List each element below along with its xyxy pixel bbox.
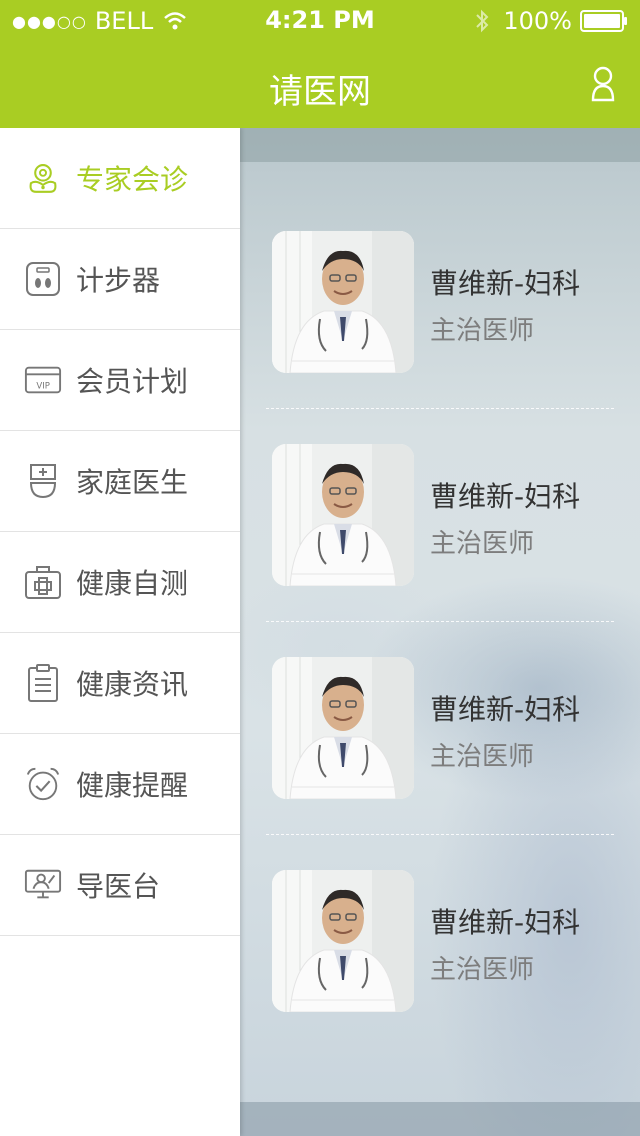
sidebar-item-label: 专家会诊 — [76, 163, 189, 196]
sidebar-item-label: 导医台 — [76, 870, 161, 903]
scene-bottom-strip — [240, 1102, 640, 1136]
sidebar-item-guide-desk[interactable]: 导医台 — [0, 835, 240, 936]
sidebar-item-membership[interactable]: VIP 会员计划 — [0, 330, 240, 431]
doctor-title: 主治医师 — [430, 955, 535, 985]
user-icon[interactable] — [588, 64, 618, 104]
sidebar-item-self-test[interactable]: 健康自测 — [0, 532, 240, 633]
sidebar-item-expert-consult[interactable]: 专家会诊 — [0, 128, 240, 229]
sidebar-item-reminder[interactable]: 健康提醒 — [0, 734, 240, 835]
battery-percent: 100% — [503, 7, 572, 35]
doctor-photo — [272, 870, 414, 1012]
pedometer-icon — [24, 260, 62, 298]
clipboard-icon — [24, 664, 62, 702]
doctor-name: 曹维新-妇科 — [430, 267, 581, 300]
doctor-name: 曹维新-妇科 — [430, 480, 581, 513]
page-title: 请医网 — [269, 72, 371, 112]
medical-kit-icon — [24, 563, 62, 601]
sidebar-item-family-doctor[interactable]: 家庭医生 — [0, 431, 240, 532]
bluetooth-icon — [476, 9, 489, 33]
expert-consult-icon — [24, 159, 62, 197]
sidebar-item-label: 健康提醒 — [76, 769, 189, 802]
doctor-name: 曹维新-妇科 — [430, 693, 581, 726]
doctor-name: 曹维新-妇科 — [430, 906, 581, 939]
sidebar-item-label: 健康自测 — [76, 567, 189, 600]
status-bar: ●●●○○ BELL 4:21 PM 100% — [0, 0, 640, 40]
sidebar-item-label: 健康资讯 — [76, 668, 189, 701]
svg-text:VIP: VIP — [36, 382, 50, 392]
vip-card-icon: VIP — [24, 361, 62, 399]
doctor-card[interactable]: 曹维新-妇科 主治医师 — [240, 128, 640, 373]
sidebar-item-label: 计步器 — [76, 264, 161, 297]
battery-icon — [580, 10, 627, 32]
sidebar-item-pedometer[interactable]: 计步器 — [0, 229, 240, 330]
app-header: ●●●○○ BELL 4:21 PM 100% 请医网 — [0, 0, 640, 128]
doctor-card[interactable]: 曹维新-妇科 主治医师 — [240, 767, 640, 1012]
doctor-card[interactable]: 曹维新-妇科 主治医师 — [240, 554, 640, 799]
sidebar-item-health-news[interactable]: 健康资讯 — [0, 633, 240, 734]
sidebar-item-label: 会员计划 — [76, 365, 189, 398]
sidebar-item-label: 家庭医生 — [76, 466, 189, 499]
guide-desk-icon — [24, 866, 62, 904]
doctor-card[interactable]: 曹维新-妇科 主治医师 — [240, 341, 640, 586]
family-doctor-icon — [24, 462, 62, 500]
sidebar-menu: 专家会诊 计步器 VIP 会员计划 家庭医生 健康自测 健康资讯 健康提醒 导医… — [0, 128, 240, 1136]
alarm-clock-icon — [24, 765, 62, 803]
